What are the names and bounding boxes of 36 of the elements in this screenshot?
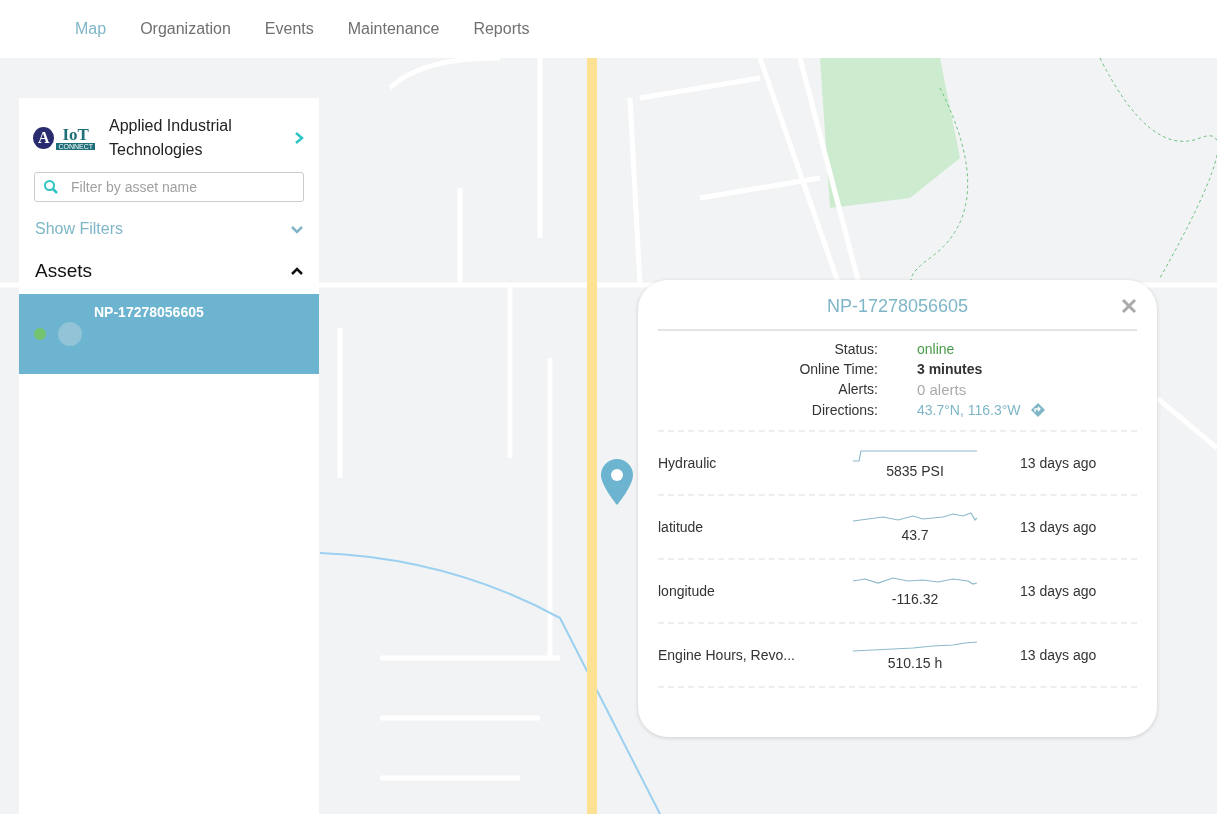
close-button[interactable] [1121, 298, 1137, 314]
metric-name: latitude [658, 519, 705, 535]
asset-name: NP-17278056605 [94, 304, 204, 320]
metric-name: Hydraulic [658, 455, 718, 471]
avatar-circle [58, 322, 82, 346]
detail-label: Status: [833, 341, 878, 357]
metric-reading: -116.32 [891, 591, 939, 607]
directions-icon[interactable] [1030, 403, 1045, 417]
search-icon [43, 179, 59, 195]
nav-tab[interactable]: Events [264, 20, 314, 38]
popup-title: NP-17278056605 [826, 296, 969, 317]
company-name: Applied Industrial Technologies [109, 116, 233, 160]
metric-updated: 13 days ago [1019, 455, 1098, 471]
chevron-icon [290, 266, 304, 276]
detail-label: Directions: [810, 402, 878, 418]
metric-name: Engine Hours, Revo... [658, 647, 796, 663]
metric-reading: 5835 PSI [886, 463, 944, 479]
detail-value: 0 alerts [917, 381, 967, 398]
metric-updated: 13 days ago [1019, 519, 1098, 535]
metric-updated: 13 days ago [1019, 647, 1098, 663]
nav-tab[interactable]: Reports [473, 20, 530, 38]
detail-label: Alerts: [837, 381, 878, 398]
assets-header[interactable]: Assets [35, 254, 304, 288]
metric-updated: 13 days ago [1019, 583, 1098, 599]
metric-reading: 43.7 [901, 527, 929, 543]
map-pin-icon[interactable] [600, 458, 634, 506]
metric-name: longitude [658, 583, 716, 599]
search-field[interactable]: Filter by asset name [34, 172, 304, 202]
detail-value: 3 minutes [917, 361, 983, 377]
chevron-icon [290, 224, 304, 234]
detail-label: Online Time: [798, 361, 878, 377]
chevron-right-icon[interactable] [293, 131, 305, 145]
nav-tab[interactable]: Organization [140, 20, 231, 38]
detail-value: online [917, 341, 955, 357]
nav-tab[interactable]: Maintenance [347, 20, 440, 38]
metric-reading: 510.15 h [887, 655, 943, 671]
